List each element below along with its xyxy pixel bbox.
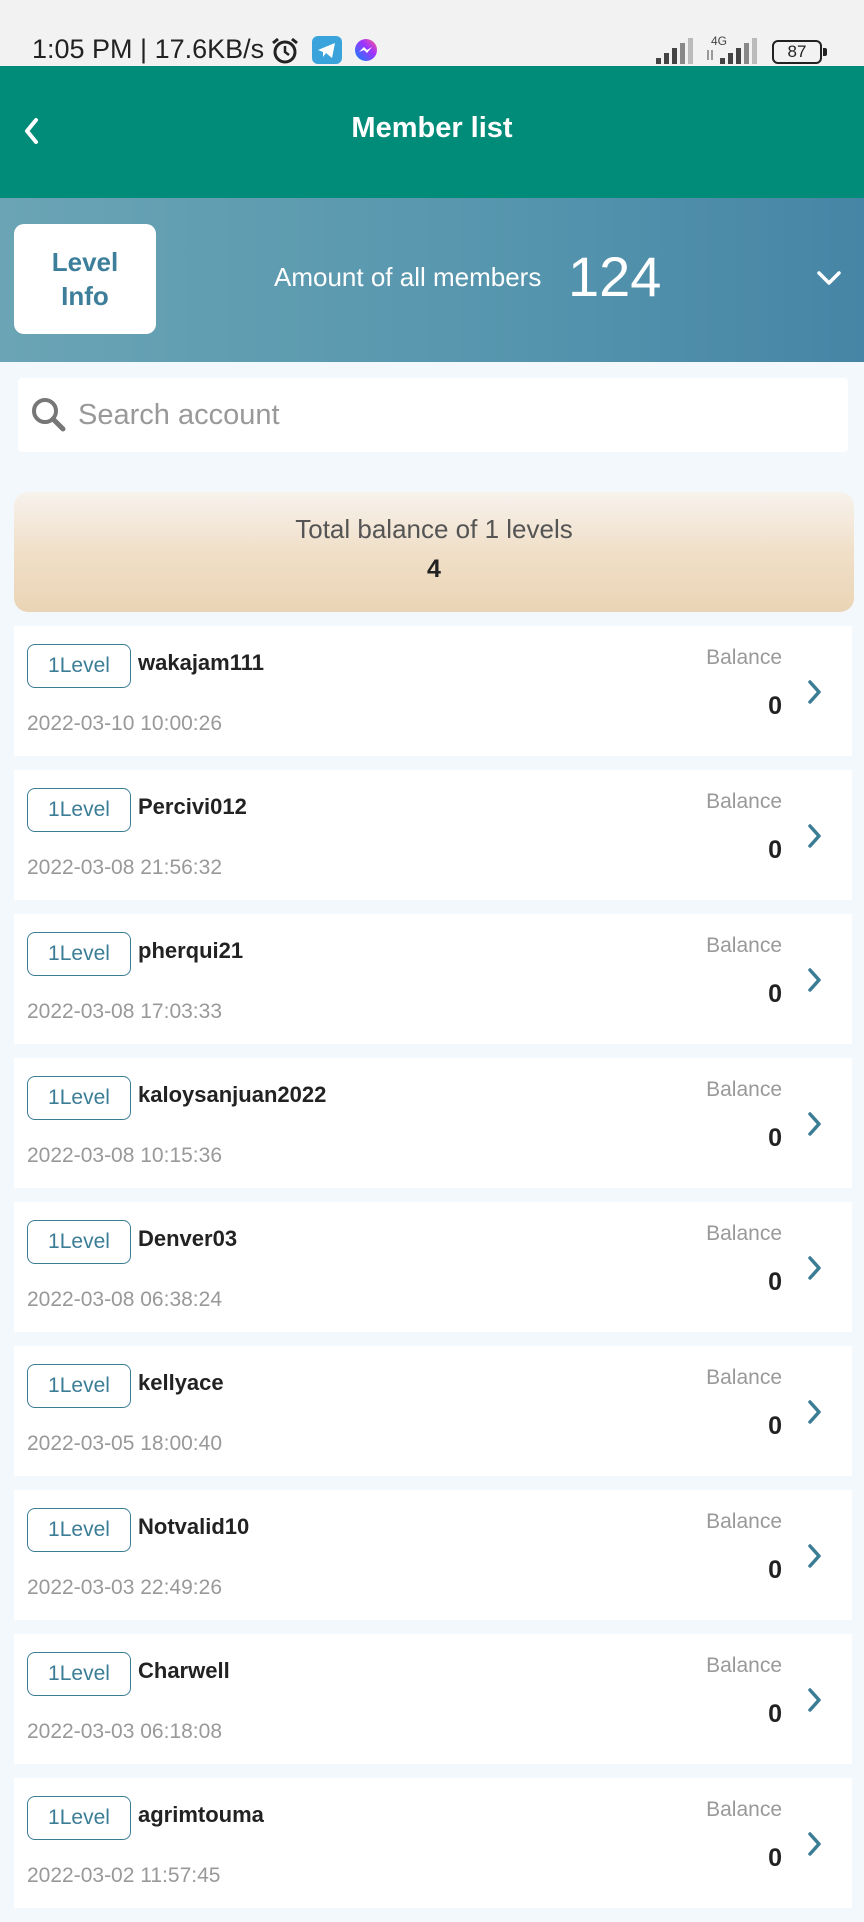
member-name: Notvalid10 xyxy=(138,1514,250,1539)
page-title: Member list xyxy=(351,112,513,144)
member-date: 2022-03-03 22:49:26 xyxy=(27,1576,222,1599)
level-badge: 1Level xyxy=(27,1220,131,1264)
level-badge: 1Level xyxy=(27,644,131,688)
chevron-right-icon[interactable] xyxy=(805,1254,825,1282)
list-item[interactable]: 1Level wakajam111 2022-03-10 10:00:26 Ba… xyxy=(14,626,852,756)
balance-label: Balance xyxy=(706,934,782,957)
member-date: 2022-03-05 18:00:40 xyxy=(27,1432,222,1455)
list-item[interactable]: 1Level agrimtouma 2022-03-02 11:57:45 Ba… xyxy=(14,1778,852,1908)
list-item[interactable]: 1Level Denver03 2022-03-08 06:38:24 Bala… xyxy=(14,1202,852,1332)
member-date: 2022-03-02 11:57:45 xyxy=(27,1864,221,1887)
status-time-speed: 1:05 PM | 17.6KB/s xyxy=(32,34,265,64)
alarm-icon xyxy=(272,37,298,64)
balance-label: Balance xyxy=(706,1366,782,1389)
balance-value: 0 xyxy=(768,1556,782,1584)
balance-label: Balance xyxy=(706,1222,782,1245)
signal-icon xyxy=(656,38,693,64)
search-input[interactable] xyxy=(78,378,838,452)
balance-label: Balance xyxy=(706,1798,782,1821)
member-name: wakajam111 xyxy=(138,650,265,675)
list-item[interactable]: 1Level Charwell 2022-03-03 06:18:08 Bala… xyxy=(14,1634,852,1764)
chevron-right-icon[interactable] xyxy=(805,1830,825,1858)
member-name: Percivi012 xyxy=(138,794,247,819)
members-count: 124 xyxy=(568,245,662,308)
member-name: Charwell xyxy=(138,1658,230,1683)
members-banner: Level Info Amount of all members 124 xyxy=(0,198,864,362)
list-item[interactable]: 1Level kaloysanjuan2022 2022-03-08 10:15… xyxy=(14,1058,852,1188)
chevron-down-icon[interactable] xyxy=(814,268,844,288)
balance-label: Balance xyxy=(706,1078,782,1101)
chevron-right-icon[interactable] xyxy=(805,1398,825,1426)
level-badge: 1Level xyxy=(27,1076,131,1120)
chevron-right-icon[interactable] xyxy=(805,822,825,850)
level-badge: 1Level xyxy=(27,1796,131,1840)
balance-value: 0 xyxy=(768,1124,782,1152)
list-item[interactable]: 1Level Notvalid10 2022-03-03 22:49:26 Ba… xyxy=(14,1490,852,1620)
balance-label: Balance xyxy=(706,1510,782,1533)
member-date: 2022-03-10 10:00:26 xyxy=(27,712,222,735)
member-name: kellyace xyxy=(138,1370,224,1395)
signal-icon xyxy=(707,38,757,64)
level-badge: 1Level xyxy=(27,932,131,976)
total-balance-card: Total balance of 1 levels 4 xyxy=(14,492,854,612)
member-list: 1Level wakajam111 2022-03-10 10:00:26 Ba… xyxy=(14,626,852,1922)
messenger-icon xyxy=(355,39,377,61)
list-item[interactable]: 1Level pherqui21 2022-03-08 17:03:33 Bal… xyxy=(14,914,852,1044)
status-bar: 1:05 PM | 17.6KB/s 4G 87 xyxy=(0,0,864,66)
member-date: 2022-03-03 06:18:08 xyxy=(27,1720,222,1743)
chevron-right-icon[interactable] xyxy=(805,678,825,706)
member-date: 2022-03-08 17:03:33 xyxy=(27,1000,222,1023)
member-date: 2022-03-08 21:56:32 xyxy=(27,856,222,879)
balance-value: 0 xyxy=(768,1412,782,1440)
level-info-button[interactable]: Level Info xyxy=(14,224,156,334)
telegram-icon xyxy=(312,36,342,64)
member-name: pherqui21 xyxy=(138,938,244,963)
battery-icon: 87 xyxy=(772,40,827,64)
app-header: Member list xyxy=(0,66,864,198)
balance-value: 0 xyxy=(768,980,782,1008)
level-badge: 1Level xyxy=(27,1652,131,1696)
total-balance-value: 4 xyxy=(427,555,441,583)
chevron-right-icon[interactable] xyxy=(805,1110,825,1138)
level-badge: 1Level xyxy=(27,788,131,832)
search-box xyxy=(18,378,848,452)
chevron-right-icon[interactable] xyxy=(805,966,825,994)
balance-label: Balance xyxy=(706,646,782,669)
list-item[interactable]: 1Level Percivi012 2022-03-08 21:56:32 Ba… xyxy=(14,770,852,900)
member-date: 2022-03-08 06:38:24 xyxy=(27,1288,222,1311)
member-name: kaloysanjuan2022 xyxy=(138,1082,327,1107)
balance-value: 0 xyxy=(768,836,782,864)
total-balance-label: Total balance of 1 levels xyxy=(295,514,573,544)
member-date: 2022-03-08 10:15:36 xyxy=(27,1144,222,1167)
chevron-right-icon[interactable] xyxy=(805,1686,825,1714)
level-info-label: Level Info xyxy=(51,247,119,311)
balance-value: 0 xyxy=(768,1844,782,1872)
member-name: Denver03 xyxy=(138,1226,238,1251)
chevron-right-icon[interactable] xyxy=(805,1542,825,1570)
balance-value: 0 xyxy=(768,1700,782,1728)
balance-value: 0 xyxy=(768,692,782,720)
search-icon xyxy=(32,398,66,432)
list-item[interactable]: 1Level kellyace 2022-03-05 18:00:40 Bala… xyxy=(14,1346,852,1476)
balance-value: 0 xyxy=(768,1268,782,1296)
balance-label: Balance xyxy=(706,790,782,813)
level-badge: 1Level xyxy=(27,1364,131,1408)
level-badge: 1Level xyxy=(27,1508,131,1552)
member-name: agrimtouma xyxy=(138,1802,264,1827)
balance-label: Balance xyxy=(706,1654,782,1677)
members-label: Amount of all members xyxy=(274,262,542,292)
